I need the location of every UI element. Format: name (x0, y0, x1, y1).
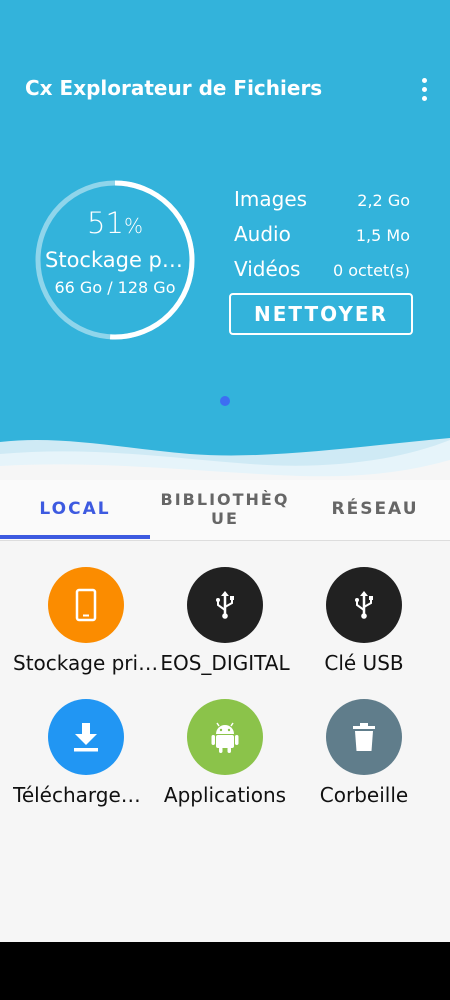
stat-images-value: 2,2 Go (357, 191, 410, 210)
storage-size: 66 Go / 128 Go (54, 278, 176, 297)
usb-icon (355, 591, 373, 619)
page-indicator-dot (220, 396, 230, 406)
item-label: Clé USB (324, 651, 404, 675)
usb-circle (326, 567, 402, 643)
clean-button[interactable]: NETTOYER (229, 293, 413, 335)
tab-network[interactable]: RÉSEAU (300, 480, 450, 538)
stat-videos-label[interactable]: Vidéos (234, 257, 300, 281)
item-label: EOS_DIGITAL (160, 651, 290, 675)
download-circle (48, 699, 124, 775)
stat-audio-value: 1,5 Mo (355, 226, 410, 245)
tab-indicator (0, 535, 150, 539)
storage-summary: 51% Stockage principal 66 Go / 128 Go (33, 178, 197, 342)
grid-item-usb-key[interactable]: Clé USB (289, 567, 439, 692)
stat-audio-label[interactable]: Audio (234, 222, 291, 246)
item-label: Téléchargements (13, 783, 159, 807)
storage-percent: 51% (87, 206, 143, 240)
item-label: Applications (163, 783, 287, 807)
storage-label: Stockage principal (45, 248, 187, 272)
trash-circle (326, 699, 402, 775)
grid-item-eos-digital[interactable]: EOS_DIGITAL (150, 567, 300, 692)
grid-item-downloads[interactable]: Téléchargements (11, 699, 161, 824)
tab-bar: LOCAL BIBLIOTHÈQUE RÉSEAU (0, 480, 450, 541)
android-circle (187, 699, 263, 775)
system-navigation-bar (0, 942, 450, 1000)
download-icon (74, 723, 98, 752)
stat-images-label[interactable]: Images (234, 187, 307, 211)
trash-icon (353, 723, 375, 751)
grid-item-trash[interactable]: Corbeille (289, 699, 439, 824)
stat-videos-value: 0 octet(s) (332, 261, 410, 280)
tab-library[interactable]: BIBLIOTHÈQUE (155, 480, 295, 538)
wave-decoration (0, 438, 450, 480)
more-vert-icon[interactable] (410, 72, 438, 106)
grid-item-main-storage[interactable]: Stockage principal (11, 567, 161, 692)
storage-header: Cx Explorateur de Fichiers 51% Stockage … (0, 0, 450, 480)
item-label: Corbeille (319, 783, 409, 807)
usb-icon (216, 591, 234, 619)
tab-local[interactable]: LOCAL (0, 480, 150, 538)
phone-icon (75, 588, 97, 622)
grid-item-applications[interactable]: Applications (150, 699, 300, 824)
android-icon (211, 722, 239, 753)
usb-circle (187, 567, 263, 643)
item-label: Stockage principal (13, 651, 159, 675)
storage-circle (48, 567, 124, 643)
app-title: Cx Explorateur de Fichiers (25, 76, 323, 100)
